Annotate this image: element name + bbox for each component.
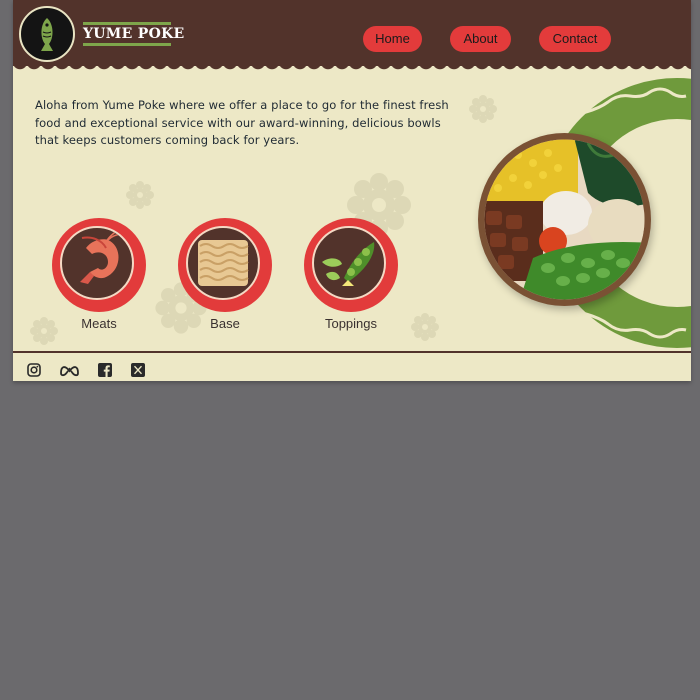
meta-icon[interactable] <box>59 363 80 377</box>
poke-bowl-image <box>478 133 651 306</box>
category-base-label[interactable]: Base <box>170 316 280 331</box>
footer-divider <box>13 351 691 353</box>
category-toppings-label[interactable]: Toppings <box>296 316 406 331</box>
category-base-button[interactable] <box>178 218 272 312</box>
intro-text: Aloha from Yume Poke where we offer a pl… <box>35 98 449 147</box>
x-icon[interactable] <box>131 363 145 377</box>
noodles-icon <box>198 240 249 286</box>
fish-logo-icon <box>41 18 53 51</box>
flower-decoration-icon <box>411 313 439 341</box>
shrimp-icon <box>80 228 129 284</box>
category-meats-button[interactable] <box>52 218 146 312</box>
site-header: YUME POKE Home About Contact <box>13 0 691 66</box>
brand-name: YUME POKE <box>83 26 185 42</box>
flower-decoration-icon <box>126 181 154 209</box>
category-meats-label[interactable]: Meats <box>44 316 154 331</box>
nav-home-button[interactable]: Home <box>363 26 422 52</box>
page-container: YUME POKE Home About Contact Aloha from … <box>13 0 691 381</box>
nav-contact-button[interactable]: Contact <box>539 26 611 52</box>
instagram-icon[interactable] <box>27 363 41 377</box>
brand-wordmark[interactable]: YUME POKE <box>83 22 185 46</box>
flower-decoration-icon <box>469 95 497 123</box>
vegetables-icon <box>322 242 375 286</box>
category-toppings-button[interactable] <box>304 218 398 312</box>
facebook-icon[interactable] <box>98 363 112 377</box>
nav-about-button[interactable]: About <box>450 26 511 52</box>
header-scallop-edge <box>13 62 691 76</box>
logo[interactable] <box>19 6 75 62</box>
